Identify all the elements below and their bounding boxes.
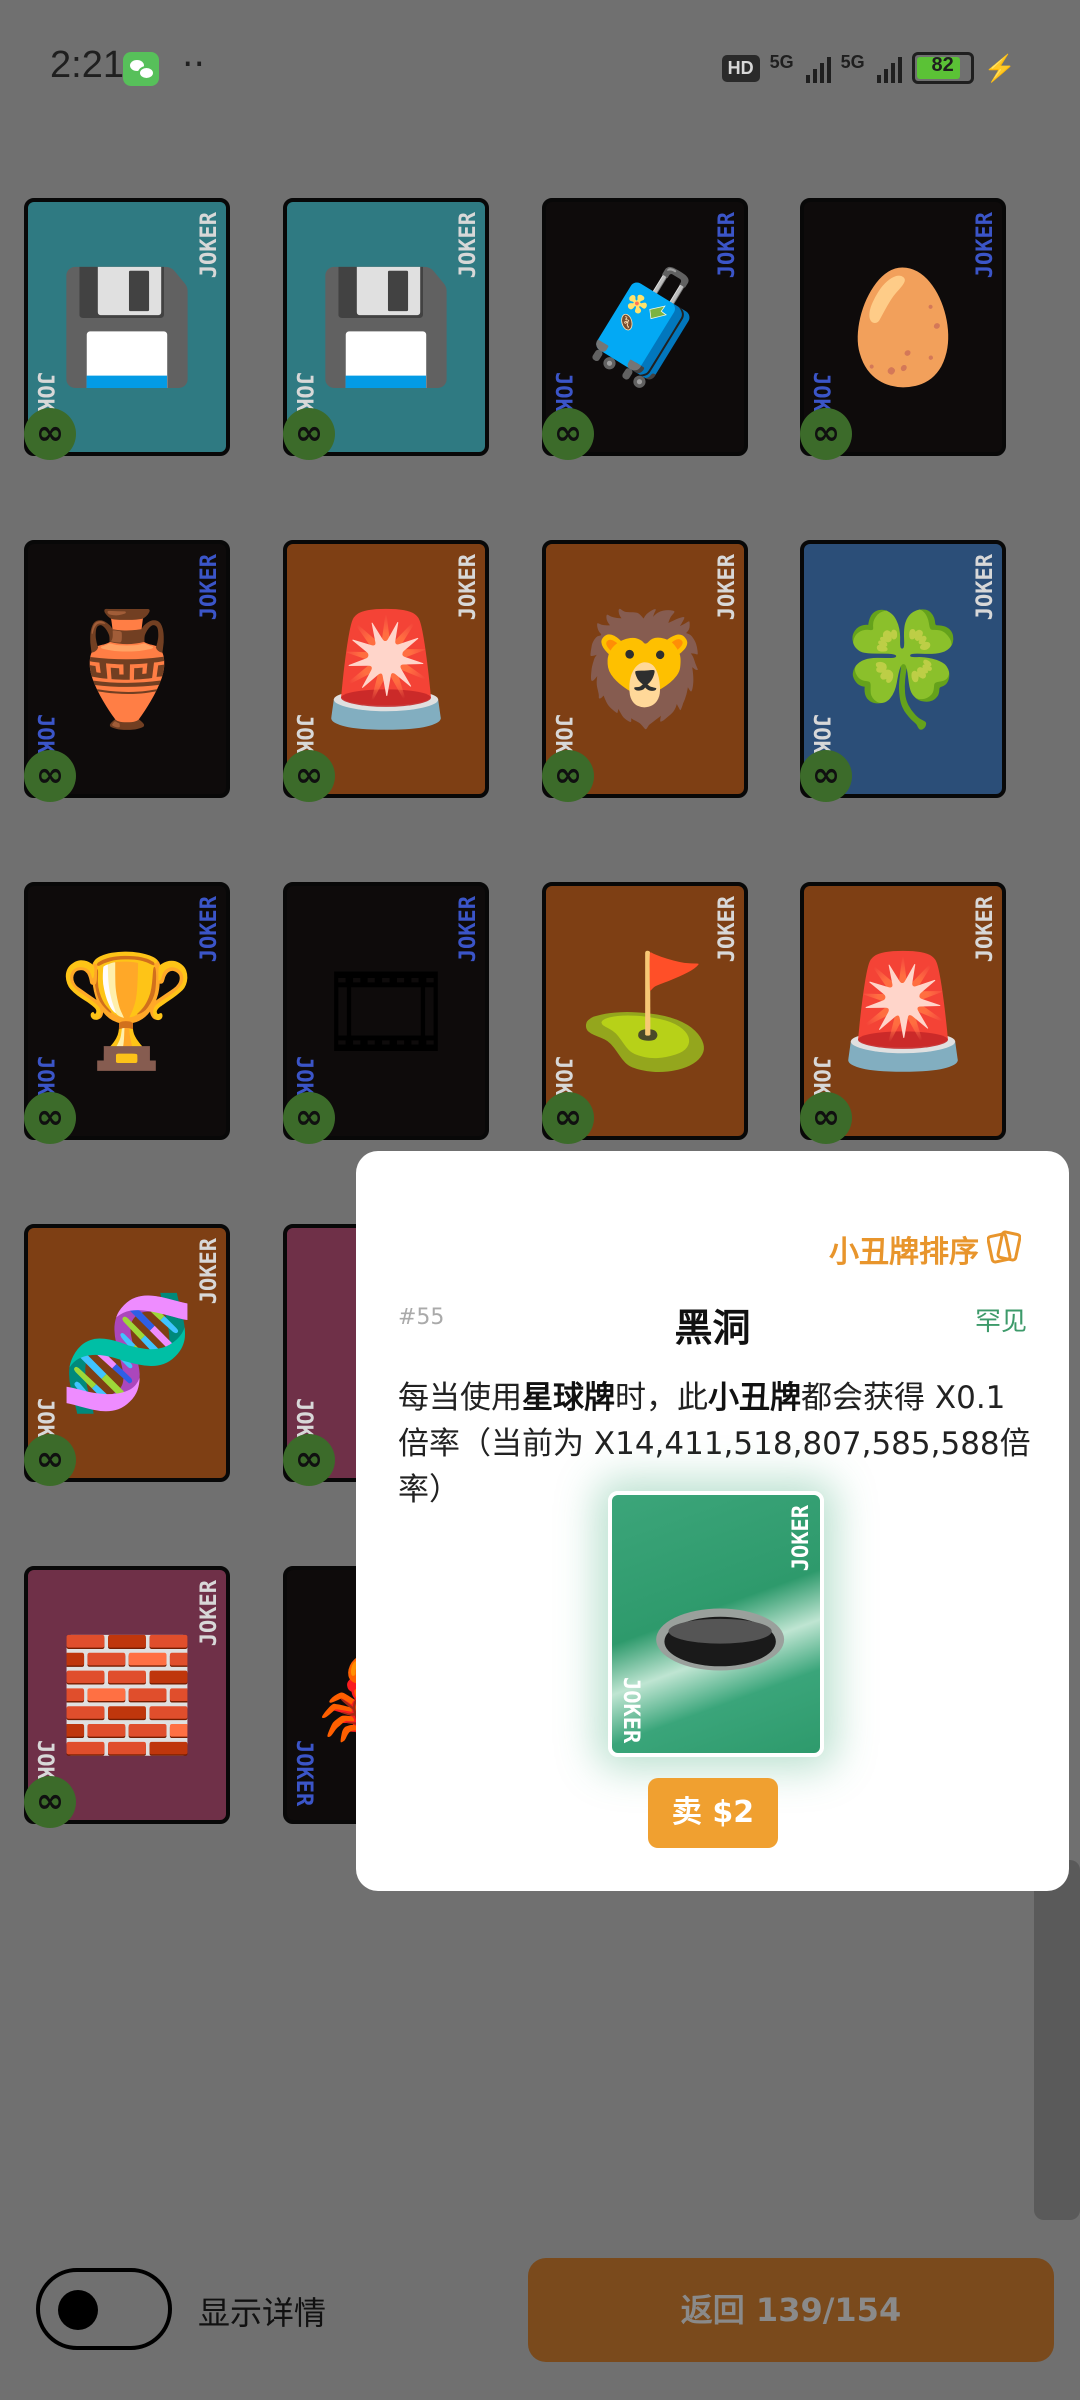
more-notifications-icon: ·· (182, 44, 205, 85)
sell-button[interactable]: 卖 $2 (648, 1778, 778, 1848)
scrollbar[interactable] (1034, 1860, 1080, 2220)
joker-label-top: JOKER (715, 554, 740, 621)
eternal-badge: ∞ (24, 750, 76, 802)
status-bar: 2:21 ·· HD 5G 5G 82 ⚡ (0, 0, 1080, 140)
network-type-1: 5G (769, 52, 794, 72)
bolt-icon: ⚡ (983, 52, 1016, 83)
eternal-badge: ∞ (542, 408, 594, 460)
joker-label-top: JOKER (973, 896, 998, 963)
joker-label-top: JOKER (456, 896, 481, 963)
joker-label-top: JOKER (456, 554, 481, 621)
show-details-label: 显示详情 (198, 2294, 327, 2332)
return-button[interactable]: 返回 139/154 (528, 2258, 1054, 2362)
joker-label-top: JOKER (456, 212, 481, 279)
eternal-badge: ∞ (283, 408, 335, 460)
eternal-badge: ∞ (800, 750, 852, 802)
black-hole-card: JOKER JOKER (608, 1491, 824, 1757)
card-detail-popup: 小丑牌排序 #55 黑洞 罕见 每当使用星球牌时，此小丑牌都会获得 X0.1 倍率… (356, 1151, 1069, 1891)
wechat-icon (123, 52, 159, 86)
eternal-badge: ∞ (24, 1434, 76, 1486)
eternal-badge: ∞ (283, 1434, 335, 1486)
signal-icon (805, 53, 831, 83)
eternal-badge: ∞ (542, 1092, 594, 1144)
eternal-badge: ∞ (24, 1776, 76, 1828)
network-type-2: 5G (840, 52, 865, 72)
joker-label-top: JOKER (197, 554, 222, 621)
card-title: 黑洞 (674, 1306, 751, 1350)
joker-label-top: JOKER (197, 1580, 222, 1647)
eternal-badge: ∞ (800, 1092, 852, 1144)
status-time: 2:21 (50, 44, 124, 86)
eternal-badge: ∞ (283, 750, 335, 802)
joker-label-bottom: JOKER (291, 1739, 316, 1806)
joker-label-top: JOKER (715, 212, 740, 279)
eternal-badge: ∞ (24, 1092, 76, 1144)
joker-label-top: JOKER (973, 554, 998, 621)
joker-label-top: JOKER (197, 1238, 222, 1305)
sort-jokers-button[interactable]: 小丑牌排序 (829, 1227, 979, 1271)
show-details-toggle[interactable] (36, 2268, 172, 2350)
joker-label-top: JOKER (197, 896, 222, 963)
eternal-badge: ∞ (24, 408, 76, 460)
black-hole-icon (656, 1608, 785, 1671)
status-icons: HD 5G 5G 82 ⚡ (721, 52, 1016, 84)
eternal-badge: ∞ (800, 408, 852, 460)
battery-icon: 82 (911, 52, 974, 84)
joker-label-top: JOKER (197, 212, 222, 279)
rarity-badge: 罕见 (974, 1307, 1027, 1337)
eternal-badge: ∞ (283, 1092, 335, 1144)
hd-icon: HD (721, 54, 760, 82)
cards-icon[interactable] (987, 1227, 1021, 1265)
joker-label-top: JOKER (715, 896, 740, 963)
eternal-badge: ∞ (542, 750, 594, 802)
signal-icon-2 (876, 53, 902, 83)
joker-label-top: JOKER (973, 212, 998, 279)
